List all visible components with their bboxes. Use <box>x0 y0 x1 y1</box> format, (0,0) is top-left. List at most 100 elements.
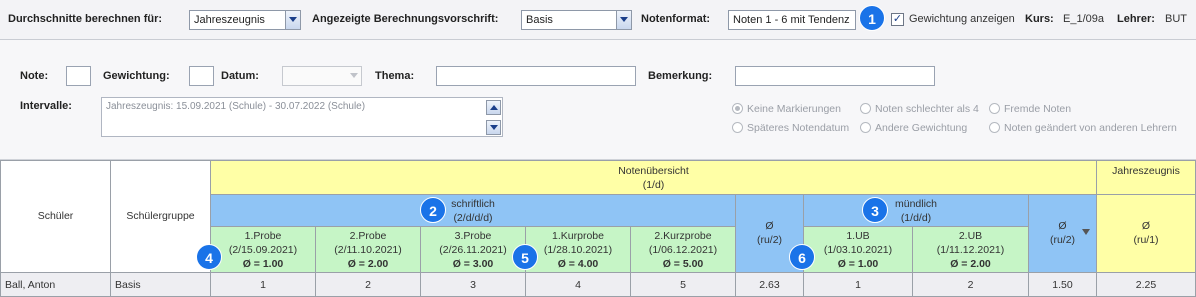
grade-value: 2 <box>967 279 974 291</box>
radio-label: Späteres Notendatum <box>747 122 850 134</box>
grade-value: 3 <box>470 279 476 291</box>
header-notenuebersicht[interactable]: Notenübersicht (1/d) <box>211 161 1097 195</box>
callout-badge-2: 2 <box>420 197 446 223</box>
exam-meta: (1/28.10.2021) <box>543 244 613 256</box>
bemerkung-input[interactable] <box>735 66 935 86</box>
vorschrift-select[interactable]: Basis <box>521 10 632 30</box>
chevron-down-icon[interactable] <box>350 73 358 78</box>
header-schueler[interactable]: Schüler <box>1 161 111 273</box>
exam-meta: (2/15.09.2021) <box>228 244 298 256</box>
exam-name: 1.Kurprobe <box>552 230 604 242</box>
muendlich-sub: (1/d/d) <box>900 212 932 224</box>
exam-avg: Ø = 2.00 <box>347 258 389 270</box>
gewichtung-label: Gewichtung anzeigen <box>909 13 1015 25</box>
radio-fremde-noten[interactable]: Fremde Noten <box>989 103 1071 115</box>
lehrer-value: BUT <box>1165 13 1187 25</box>
zeugnis-avg-sub: (ru/1) <box>1133 234 1159 246</box>
exam-avg: Ø = 5.00 <box>662 258 704 270</box>
datum-input[interactable] <box>282 66 362 86</box>
kurs-label: Kurs: <box>1025 13 1054 25</box>
exam-avg: Ø = 1.00 <box>242 258 284 270</box>
chevron-down-icon[interactable] <box>616 11 631 29</box>
exam-name: 1.Probe <box>244 230 282 242</box>
chevron-down-icon[interactable] <box>285 11 300 29</box>
zeugnis-title: Jahreszeugnis <box>1112 165 1180 177</box>
radio-keine-markierungen[interactable]: Keine Markierungen <box>732 103 841 115</box>
callout-badge-3: 3 <box>862 197 888 223</box>
written-avg-cell[interactable]: 2.63 <box>736 273 804 297</box>
header-muendlich-avg[interactable]: Ø (ru/2) <box>1029 195 1097 273</box>
header-zeugnis-avg[interactable]: Ø (ru/1) <box>1097 195 1196 273</box>
table-row-student[interactable]: Ball, Anton <box>1 273 111 297</box>
header-exam[interactable]: 2.Probe (2/11.10.2021) Ø = 2.00 <box>316 227 421 273</box>
schriftlich-sub: (2/d/d/d) <box>453 212 493 224</box>
sort-arrow-icon[interactable] <box>1082 229 1090 235</box>
callout-badge-4: 4 <box>196 244 222 270</box>
grade-cell[interactable]: 4 <box>526 273 631 297</box>
oral-avg: Ø = 1.00 <box>837 258 879 270</box>
radio-label: Noten schlechter als 4 <box>875 103 979 115</box>
grade-cell[interactable]: 1 <box>211 273 316 297</box>
final-avg-cell[interactable]: 2.25 <box>1097 273 1196 297</box>
header-gruppe-label: Schülergruppe <box>126 210 195 222</box>
header-schriftlich[interactable]: schriftlich (2/d/d/d) <box>211 195 736 227</box>
intervalle-list[interactable]: Jahreszeugnis: 15.09.2021 (Schule) - 30.… <box>101 97 503 137</box>
header-oral[interactable]: 2.UB (1/11.12.2021) Ø = 2.00 <box>913 227 1029 273</box>
grade-cell[interactable]: 3 <box>421 273 526 297</box>
radio-label: Keine Markierungen <box>747 103 841 115</box>
schriftlich-title: schriftlich <box>451 198 495 210</box>
note-label: Note: <box>20 70 49 82</box>
gewichtung-input[interactable] <box>189 66 214 86</box>
grade-cell[interactable]: 5 <box>631 273 736 297</box>
exam-avg: Ø = 4.00 <box>557 258 599 270</box>
vorschrift-label: Angezeigte Berechnungsvorschrift: <box>312 13 499 25</box>
header-exam[interactable]: 3.Probe (2/26.11.2021) Ø = 3.00 <box>421 227 526 273</box>
exam-name: 2.Probe <box>349 230 387 242</box>
gewichtung-checkbox[interactable]: ✓ <box>891 13 904 26</box>
oral-avg-value: 1.50 <box>1052 279 1073 291</box>
notenformat-label: Notenformat: <box>641 13 711 25</box>
radio-icon <box>732 122 743 133</box>
schriftlich-avg-sub: (ru/2) <box>756 234 783 246</box>
radio-spaeteres-datum[interactable]: Späteres Notendatum <box>732 122 849 134</box>
exam-name: 3.Probe <box>454 230 492 242</box>
grade-cell[interactable]: 2 <box>913 273 1029 297</box>
notenformat-select[interactable]: Noten 1 - 6 mit Tendenz <box>728 10 856 30</box>
note-input[interactable] <box>66 66 91 86</box>
radio-label: Fremde Noten <box>1004 103 1072 115</box>
header-schueler-label: Schüler <box>37 210 74 222</box>
callout-badge-1: 1 <box>859 5 885 31</box>
radio-noten-geaendert[interactable]: Noten geändert von anderen Lehrern <box>989 122 1177 134</box>
header-muendlich[interactable]: mündlich (1/d/d) <box>804 195 1029 227</box>
intervalle-label: Intervalle: <box>20 100 72 112</box>
bemerkung-label: Bemerkung: <box>648 70 713 82</box>
grade-cell[interactable]: 2 <box>316 273 421 297</box>
radio-andere-gewichtung[interactable]: Andere Gewichtung <box>860 122 967 134</box>
radio-noten-schlechter[interactable]: Noten schlechter als 4 <box>860 103 979 115</box>
thema-input[interactable] <box>436 66 636 86</box>
exam-meta: (2/11.10.2021) <box>334 244 402 256</box>
grade-cell[interactable]: 1 <box>804 273 913 297</box>
exam-name: 2.Kurzprobe <box>654 230 712 242</box>
uebersicht-sub: (1/d) <box>642 179 665 191</box>
oral-meta: (1/03.10.2021) <box>823 244 893 256</box>
final-avg-value: 2.25 <box>1135 279 1157 291</box>
durchschnitte-label: Durchschnitte berechnen für: <box>8 13 163 25</box>
oral-meta: (1/11.12.2021) <box>936 244 1005 256</box>
student-group: Basis <box>115 279 141 291</box>
exam-avg: Ø = 3.00 <box>452 258 494 270</box>
callout-badge-5: 5 <box>512 244 538 270</box>
durchschnitte-select[interactable]: Jahreszeugnis <box>189 10 301 30</box>
header-exam[interactable]: 2.Kurzprobe (1/06.12.2021) Ø = 5.00 <box>631 227 736 273</box>
scroll-up-button[interactable] <box>486 100 501 115</box>
header-jahreszeugnis[interactable]: Jahreszeugnis <box>1097 161 1196 195</box>
oral-avg-cell[interactable]: 1.50 <box>1029 273 1097 297</box>
header-exam[interactable]: 1.Kurprobe (1/28.10.2021) Ø = 4.00 <box>526 227 631 273</box>
header-exam[interactable]: 1.Probe (2/15.09.2021) Ø = 1.00 <box>211 227 316 273</box>
scroll-down-button[interactable] <box>486 120 501 135</box>
lehrer-label: Lehrer: <box>1117 13 1155 25</box>
header-oral[interactable]: 1.UB (1/03.10.2021) Ø = 1.00 <box>804 227 913 273</box>
radio-icon <box>860 122 871 133</box>
table-row-group[interactable]: Basis <box>111 273 211 297</box>
grade-value: 5 <box>680 279 686 291</box>
